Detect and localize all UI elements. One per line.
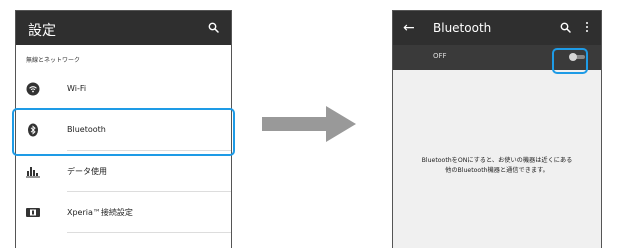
search-icon[interactable] xyxy=(560,22,571,33)
settings-item-label: Wi-Fi xyxy=(67,84,87,93)
message-line-1: BluetoothをONにすると、お使いの機器は近くにある xyxy=(421,157,573,164)
settings-item-data-usage[interactable]: データ使用 xyxy=(16,151,231,192)
section-header-wireless: 無線とネットワーク xyxy=(26,57,81,64)
bluetooth-screen: ← Bluetooth OFF BluetoothをONにすると、お使いの機器は… xyxy=(392,10,602,248)
wifi-icon xyxy=(26,82,40,96)
toggle-state-label: OFF xyxy=(433,52,447,60)
bluetooth-app-bar: ← Bluetooth xyxy=(393,11,601,45)
settings-item-xperia-connect[interactable]: Xperia™接続設定 xyxy=(16,192,231,233)
data-usage-icon xyxy=(26,167,40,178)
search-icon[interactable] xyxy=(208,22,219,33)
page-title: 設定 xyxy=(28,23,56,39)
message-line-2: 他のBluetooth機器と通信できます。 xyxy=(445,167,549,174)
more-options-icon[interactable] xyxy=(586,22,589,34)
divider xyxy=(67,232,231,233)
highlight-bluetooth-item xyxy=(12,108,235,156)
settings-app-bar: 設定 xyxy=(16,11,231,45)
settings-item-wifi[interactable]: Wi-Fi xyxy=(16,69,231,110)
page-title: Bluetooth xyxy=(433,21,492,35)
next-step-arrow-icon xyxy=(262,106,356,142)
bluetooth-off-message: BluetoothをONにすると、お使いの機器は近くにある 他のBluetoot… xyxy=(399,156,595,176)
settings-item-label: データ使用 xyxy=(67,167,107,176)
settings-item-label: Xperia™接続設定 xyxy=(67,208,133,217)
xperia-connect-icon xyxy=(26,208,40,217)
highlight-toggle-switch xyxy=(552,48,588,74)
back-arrow-icon[interactable]: ← xyxy=(403,20,415,36)
